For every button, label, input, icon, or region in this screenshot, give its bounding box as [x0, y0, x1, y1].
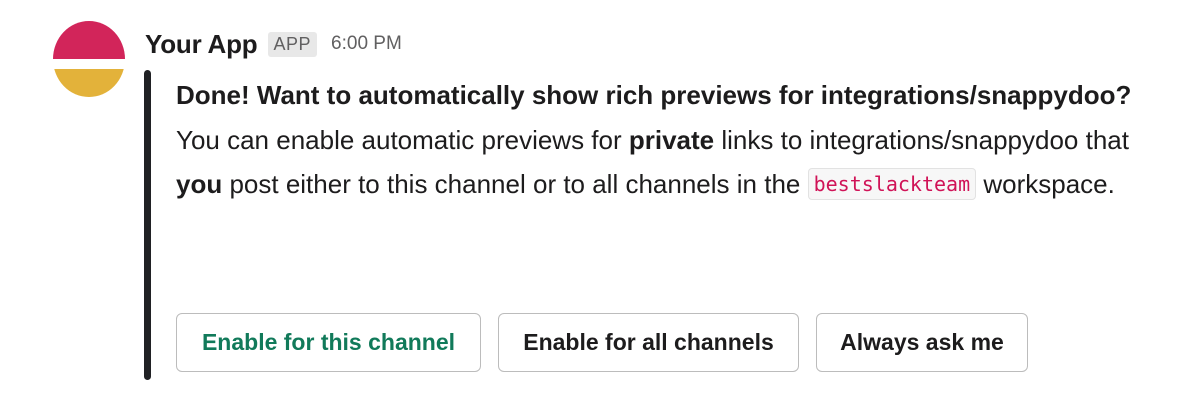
- action-buttons: Enable for this channel Enable for all c…: [176, 313, 1028, 372]
- avatar-bottom-shape: [53, 69, 125, 97]
- attachment-title: Done! Want to automatically show rich pr…: [176, 80, 1132, 110]
- enable-this-channel-button[interactable]: Enable for this channel: [176, 313, 481, 372]
- message-header: Your App APP 6:00 PM: [145, 24, 402, 64]
- workspace-code: bestslackteam: [807, 168, 977, 200]
- attachment-color-bar: [144, 70, 151, 380]
- app-badge: APP: [267, 31, 318, 57]
- avatar-top-shape: [53, 21, 125, 59]
- always-ask-button[interactable]: Always ask me: [816, 313, 1028, 372]
- message: Your App APP 6:00 PM Done! Want to autom…: [0, 0, 1204, 408]
- enable-all-channels-button[interactable]: Enable for all channels: [498, 313, 799, 372]
- attachment-text: You can enable automatic previews for pr…: [176, 124, 1129, 200]
- app-avatar[interactable]: [53, 21, 125, 97]
- message-timestamp[interactable]: 6:00 PM: [331, 33, 402, 55]
- bold-you: you: [176, 169, 223, 199]
- attachment-body: Done! Want to automatically show rich pr…: [176, 73, 1166, 207]
- bold-private: private: [628, 124, 715, 155]
- app-name[interactable]: Your App: [145, 29, 258, 60]
